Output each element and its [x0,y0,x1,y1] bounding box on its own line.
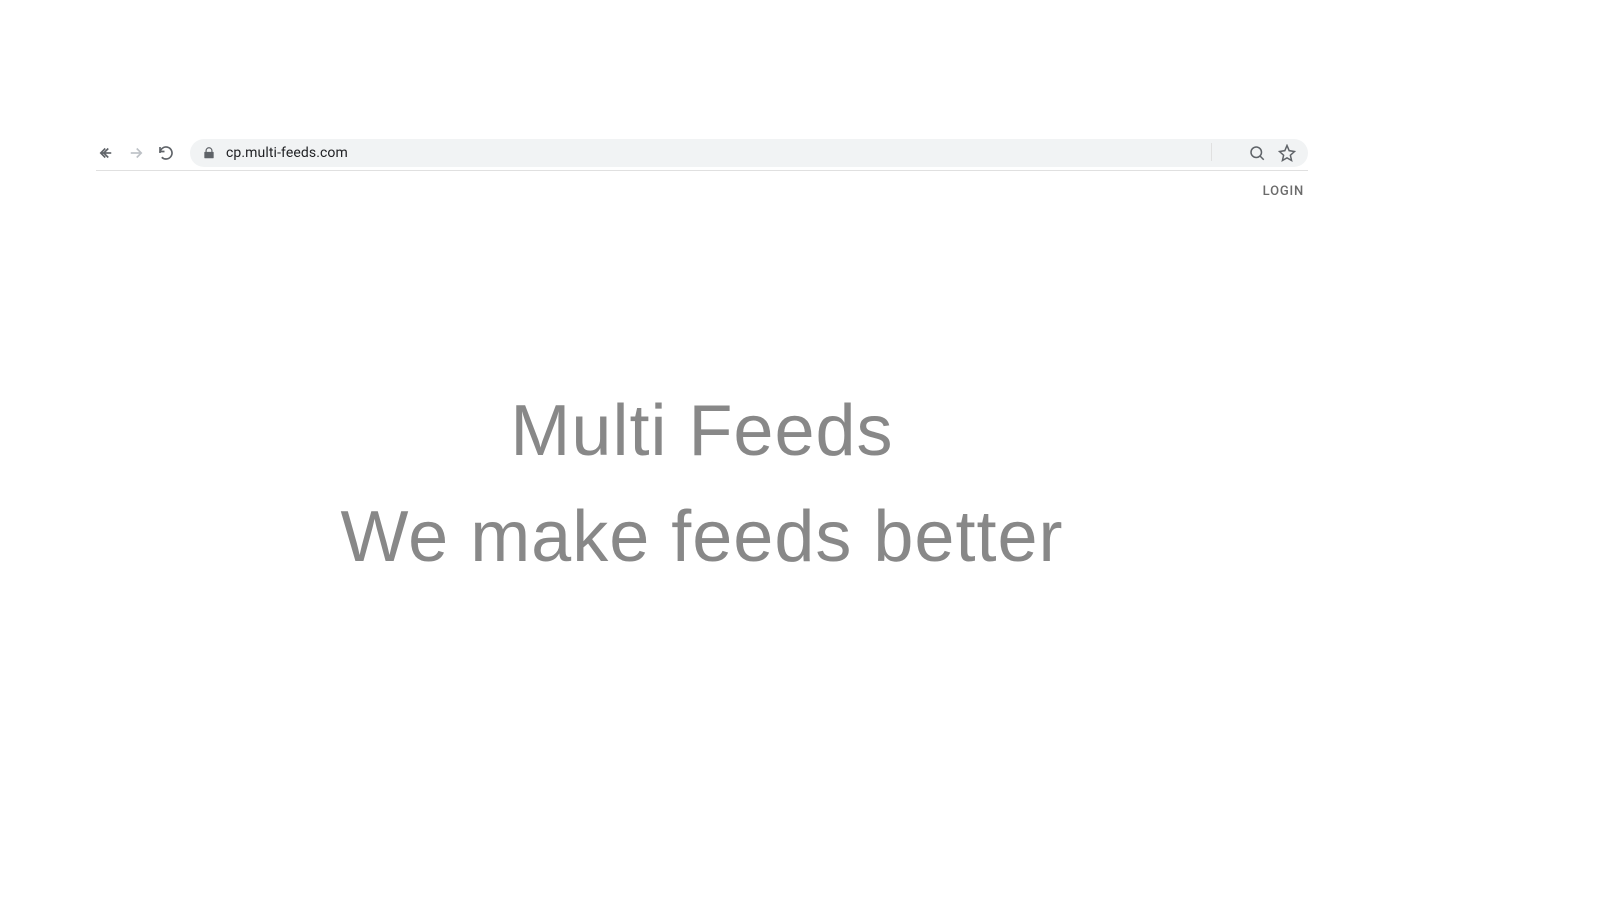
arrow-right-icon [127,144,145,162]
back-button[interactable] [96,143,116,163]
browser-toolbar: cp.multi-feeds.com [96,136,1308,170]
login-link[interactable]: LOGIN [1263,184,1304,199]
arrow-left-icon [97,144,115,162]
hero-title: Multi Feeds [510,390,893,472]
hero-subtitle: We make feeds better [340,496,1063,578]
address-right-icons [1248,144,1296,162]
address-bar[interactable]: cp.multi-feeds.com [190,139,1308,167]
page-header: LOGIN [1263,184,1308,199]
reload-button[interactable] [156,143,176,163]
url-text: cp.multi-feeds.com [226,145,1238,161]
lock-icon [202,146,216,160]
reload-icon [157,144,175,162]
hero-section: Multi Feeds We make feeds better [96,390,1308,578]
chrome-divider [96,170,1308,171]
zoom-icon[interactable] [1248,144,1266,162]
vertical-divider [1211,143,1212,161]
nav-controls [96,143,176,163]
forward-button[interactable] [126,143,146,163]
bookmark-star-icon[interactable] [1278,144,1296,162]
